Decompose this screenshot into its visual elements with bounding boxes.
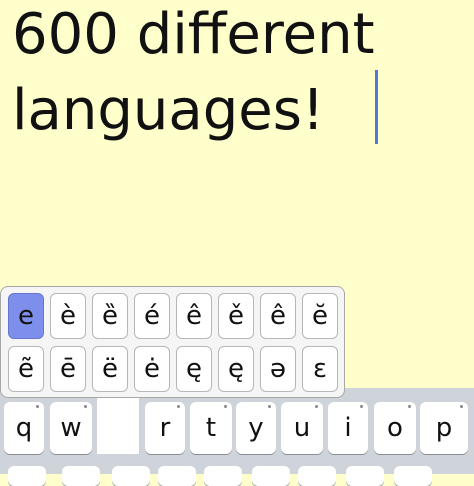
accent-option[interactable]: è (50, 293, 86, 339)
accent-option[interactable]: ê (260, 293, 296, 339)
key-row2[interactable] (346, 466, 384, 486)
key-q[interactable]: q (4, 402, 44, 454)
key-o[interactable]: o (374, 402, 416, 454)
key-hint-dot (268, 405, 271, 408)
key-label: t (205, 413, 217, 443)
key-r[interactable]: r (145, 402, 185, 454)
key-row2[interactable] (158, 466, 196, 486)
accent-option[interactable]: ȅ (92, 293, 128, 339)
key-hint-dot (315, 405, 318, 408)
accent-option[interactable]: ë (92, 346, 128, 392)
key-row2[interactable] (62, 466, 100, 486)
key-hint-dot (84, 405, 87, 408)
key-hint-dot (360, 405, 363, 408)
key-t[interactable]: t (190, 402, 232, 454)
key-p[interactable]: p (420, 402, 468, 454)
key-hint-dot (460, 405, 463, 408)
accent-option[interactable]: ĕ (302, 293, 338, 339)
text-editor[interactable]: 600 different languages! (12, 2, 462, 172)
key-label: q (15, 413, 33, 443)
accent-popup: e è ȅ é ê ě ê ĕ ẽ ē ë ė ę ę ə ɛ (0, 286, 345, 398)
virtual-keyboard: q w r t y u i o p (0, 388, 474, 486)
editor-line-1: 600 different (12, 2, 375, 67)
key-label: i (344, 413, 352, 443)
key-e-held[interactable] (97, 398, 139, 454)
key-row2[interactable] (252, 466, 290, 486)
key-label: u (293, 413, 311, 443)
accent-option[interactable]: ẽ (8, 346, 44, 392)
key-hint-dot (36, 405, 39, 408)
accent-option[interactable]: ə (260, 346, 296, 392)
accent-option-selected[interactable]: e (8, 293, 44, 339)
key-u[interactable]: u (281, 402, 323, 454)
accent-option[interactable]: é (134, 293, 170, 339)
key-label: w (60, 413, 82, 443)
key-label: y (248, 413, 264, 443)
key-row2[interactable] (204, 466, 242, 486)
accent-option[interactable]: ɛ (302, 346, 338, 392)
key-i[interactable]: i (328, 402, 368, 454)
accent-option[interactable]: ę (218, 346, 254, 392)
key-hint-dot (224, 405, 227, 408)
key-label: o (387, 413, 403, 443)
accent-option[interactable]: ê (176, 293, 212, 339)
accent-option[interactable]: ē (50, 346, 86, 392)
accent-option[interactable]: ė (134, 346, 170, 392)
key-hint-dot (408, 405, 411, 408)
accent-option[interactable]: ę (176, 346, 212, 392)
text-caret (375, 70, 378, 144)
key-row2[interactable] (298, 466, 336, 486)
key-row2[interactable] (394, 466, 432, 486)
key-hint-dot (177, 405, 180, 408)
key-row2[interactable] (8, 466, 46, 486)
key-row2[interactable] (112, 466, 150, 486)
key-label: p (435, 413, 453, 443)
accent-option[interactable]: ě (218, 293, 254, 339)
key-label: r (159, 413, 171, 443)
key-y[interactable]: y (236, 402, 276, 454)
key-w[interactable]: w (50, 402, 92, 454)
editor-line-2: languages! (12, 78, 325, 143)
